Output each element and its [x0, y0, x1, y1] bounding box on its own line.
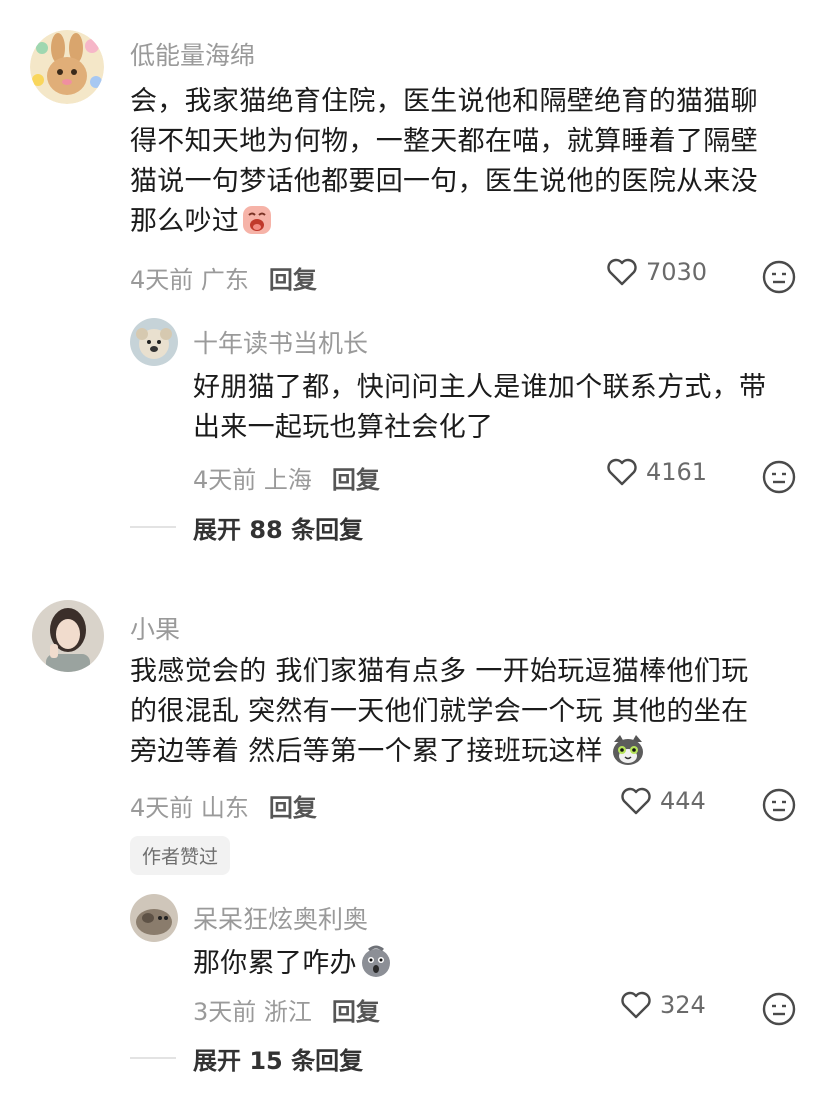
dislike-face-icon [762, 260, 796, 294]
author-liked-badge: 作者赞过 [130, 836, 231, 875]
like-count: 324 [660, 991, 706, 1019]
shocked-face-emoji [359, 944, 393, 990]
avatar[interactable] [130, 894, 178, 942]
time-location: 4天前 山东 [130, 794, 249, 822]
time-location: 3天前 浙江 [193, 998, 312, 1026]
heart-outline-icon [621, 991, 651, 1019]
like-count: 4161 [646, 458, 708, 486]
like-button[interactable]: 7030 [606, 257, 707, 287]
reply-button[interactable]: 回复 [332, 466, 380, 494]
reply-text: 那你累了咋办 [193, 944, 813, 990]
like-count: 444 [660, 787, 706, 815]
reply-username[interactable]: 呆呆狂炫奥利奥 [193, 900, 368, 936]
like-button[interactable]: 324 [620, 990, 706, 1020]
dislike-button[interactable] [762, 788, 796, 822]
comment-text-line: 得不知天地为何物，一整天都在喵，就算睡着了隔壁 [130, 126, 758, 157]
dislike-face-icon [762, 460, 796, 494]
reply-button[interactable]: 回复 [332, 998, 380, 1026]
reply-meta: 3天前 浙江 回复 [193, 992, 380, 1027]
time-location: 4天前 广东 [130, 266, 249, 294]
expand-replies-button[interactable]: 展开 88 条回复 [193, 510, 363, 545]
reply-text-line: 那你累了咋办 [193, 948, 357, 979]
comment-text: 我感觉会的 我们家猫有点多 一开始玩逗猫棒他们玩 的很混乱 突然有一天他们就学会… [130, 652, 810, 778]
dislike-face-icon [762, 788, 796, 822]
heart-outline-icon [607, 258, 637, 286]
comment-text-line: 旁边等着 然后等第一个累了接班玩这样 [130, 736, 603, 767]
dislike-button[interactable] [762, 460, 796, 494]
reply-button[interactable]: 回复 [269, 794, 317, 822]
dislike-button[interactable] [762, 992, 796, 1026]
like-count: 7030 [646, 258, 708, 286]
expand-divider [130, 1057, 176, 1059]
avatar[interactable] [130, 318, 178, 366]
reply-meta: 4天前 上海 回复 [193, 460, 380, 495]
dislike-face-icon [762, 992, 796, 1026]
avatar[interactable] [32, 600, 104, 672]
cat-face-emoji [611, 734, 645, 778]
reply-text-line: 出来一起玩也算社会化了 [193, 412, 494, 443]
crying-face-emoji [241, 204, 273, 248]
heart-outline-icon [607, 458, 637, 486]
heart-outline-icon [621, 787, 651, 815]
time-location: 4天前 上海 [193, 466, 312, 494]
comment-text-line: 猫说一句梦话他都要回一句，医生说他的医院从来没 [130, 166, 758, 197]
expand-divider [130, 526, 176, 528]
reply-username[interactable]: 十年读书当机长 [193, 324, 368, 360]
reply-text: 好朋猫了都，快问问主人是谁加个联系方式，带 出来一起玩也算社会化了 [193, 368, 813, 448]
avatar[interactable] [30, 30, 104, 104]
comment-text: 会，我家猫绝育住院，医生说他和隔壁绝育的猫猫聊 得不知天地为何物，一整天都在喵，… [130, 82, 810, 248]
dislike-button[interactable] [762, 260, 796, 294]
like-button[interactable]: 4161 [606, 457, 707, 487]
reply-button[interactable]: 回复 [269, 266, 317, 294]
comment-text-line: 会，我家猫绝育住院，医生说他和隔壁绝育的猫猫聊 [130, 86, 758, 117]
expand-replies-button[interactable]: 展开 15 条回复 [193, 1041, 363, 1076]
like-button[interactable]: 444 [620, 786, 706, 816]
comment-username[interactable]: 小果 [130, 610, 180, 646]
comment-meta: 4天前 广东 回复 [130, 260, 317, 295]
reply-text-line: 好朋猫了都，快问问主人是谁加个联系方式，带 [193, 372, 767, 403]
comment-text-line: 那么吵过 [130, 206, 240, 237]
comment-username[interactable]: 低能量海绵 [130, 36, 255, 72]
comment-meta: 4天前 山东 回复 [130, 788, 317, 823]
comment-text-line: 我感觉会的 我们家猫有点多 一开始玩逗猫棒他们玩 [130, 656, 749, 687]
comment-text-line: 的很混乱 突然有一天他们就学会一个玩 其他的坐在 [130, 696, 749, 727]
